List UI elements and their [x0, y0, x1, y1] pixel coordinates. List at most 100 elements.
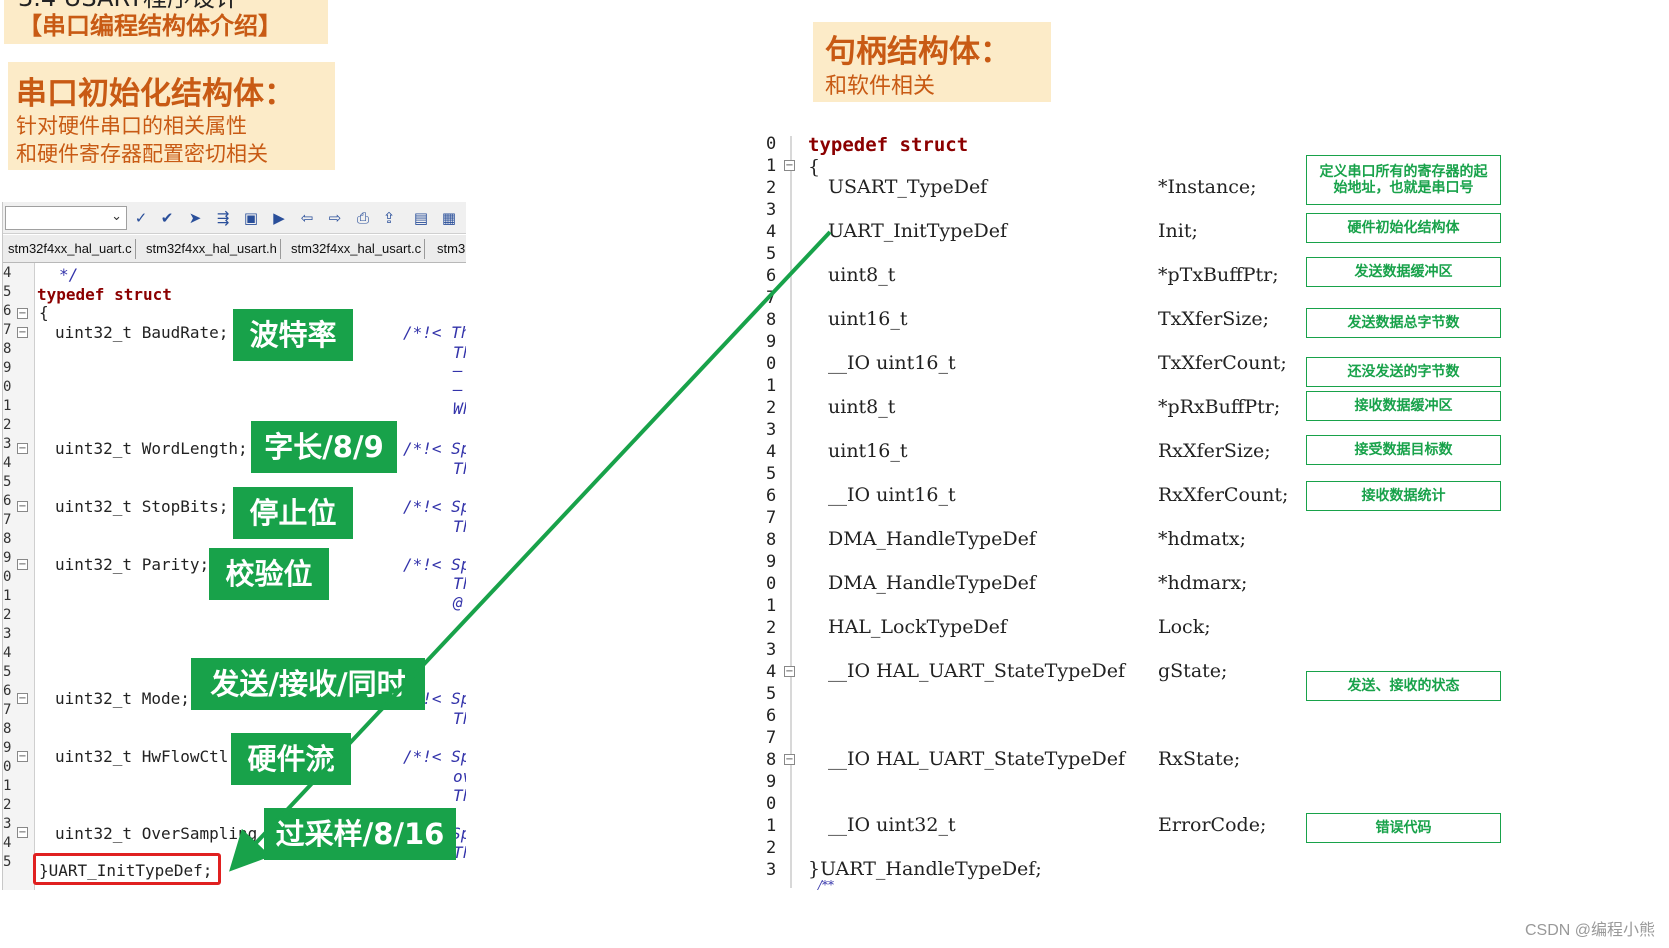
- fold-toggle[interactable]: −: [17, 751, 28, 762]
- line-number: 9: [3, 740, 12, 756]
- fold-toggle[interactable]: −: [17, 443, 28, 454]
- line-number: 5: [3, 664, 12, 680]
- fold-toggle[interactable]: −: [784, 160, 795, 171]
- label-baudrate: 波特率: [233, 309, 353, 361]
- fold-toggle[interactable]: −: [784, 754, 795, 765]
- line-number: 4: [766, 222, 777, 242]
- line-number: 0: [766, 354, 777, 374]
- back-icon[interactable]: ⇦: [297, 208, 317, 228]
- forward-icon[interactable]: ⇨: [325, 208, 345, 228]
- member-name: Init;: [1158, 220, 1198, 242]
- line-number: 2: [3, 607, 12, 623]
- fold-toggle[interactable]: −: [17, 827, 28, 838]
- line-number: 6: [3, 493, 12, 509]
- label-oversampling: 过采样/8/16: [264, 808, 456, 860]
- comment-fragment: Th: [453, 709, 466, 728]
- member-name: TxXferCount;: [1158, 352, 1287, 374]
- note-gstate: 发送、接收的状态: [1306, 671, 1501, 701]
- line-number: 8: [766, 310, 777, 330]
- line-number: 7: [3, 702, 12, 718]
- line-number: 1: [766, 596, 777, 616]
- field-comment: /*!< Sp: [403, 439, 466, 458]
- note-instance: 定义串口所有的寄存器的起始地址，也就是串口号: [1306, 155, 1501, 205]
- uncheck-icon[interactable]: ✔: [157, 208, 177, 228]
- member-name: RxXferCount;: [1158, 484, 1289, 506]
- member-type: HAL_LockTypeDef: [828, 616, 1007, 638]
- intro-title-box: 3.4 USART程序设计 【串口编程结构体介绍】: [4, 0, 328, 44]
- field-comment: /*!< Sp: [403, 497, 466, 516]
- function-dropdown[interactable]: ⌄: [5, 206, 127, 230]
- field-stopbits: uint32_t StopBits;: [55, 497, 229, 516]
- init-typedef-highlight: [33, 853, 221, 885]
- field-hwflowctl: uint32_t HwFlowCtl: [55, 747, 229, 766]
- member-name: *pTxBuffPtr;: [1158, 264, 1279, 286]
- member-type: __IO HAL_UART_StateTypeDef: [828, 748, 1126, 770]
- compare-icon[interactable]: ▤: [411, 208, 431, 228]
- note-ptxbuffptr: 发送数据缓冲区: [1306, 257, 1501, 287]
- open-icon[interactable]: ⇪: [379, 208, 399, 228]
- line-number: 1: [3, 588, 12, 604]
- member-type: uint16_t: [828, 440, 908, 462]
- print-icon[interactable]: ⎙: [353, 208, 373, 228]
- handle-typedef-keyword: typedef struct: [808, 134, 969, 156]
- note-prxbuffptr: 接收数据缓冲区: [1306, 391, 1501, 421]
- line-number: 2: [3, 417, 12, 433]
- line-number: 4: [3, 835, 12, 851]
- line-number: 6: [3, 683, 12, 699]
- field-baudrate: uint32_t BaudRate;: [55, 323, 229, 342]
- fold-toggle[interactable]: −: [17, 327, 28, 338]
- handle-struct-desc: 和软件相关: [825, 74, 936, 99]
- fold-toggle[interactable]: −: [784, 666, 795, 677]
- line-number: 4: [3, 265, 12, 281]
- tab-hal-usart-h[interactable]: stm32f4xx_hal_usart.h: [143, 239, 281, 259]
- label-hwflowctl: 硬件流: [231, 733, 351, 785]
- line-number: 0: [766, 574, 777, 594]
- fold-toggle[interactable]: −: [17, 693, 28, 704]
- field-wordlength: uint32_t WordLength;: [55, 439, 248, 458]
- bookmark-icon[interactable]: ➤: [185, 208, 205, 228]
- grid-icon[interactable]: ▦: [439, 208, 459, 228]
- line-number: 4: [3, 455, 12, 471]
- member-type: __IO uint16_t: [828, 484, 956, 506]
- line-number: 5: [3, 284, 12, 300]
- member-name: RxState;: [1158, 748, 1241, 770]
- window-icon[interactable]: ▣: [241, 208, 261, 228]
- member-type: __IO HAL_UART_StateTypeDef: [828, 660, 1126, 682]
- line-number: 7: [766, 508, 777, 528]
- label-parity: 校验位: [209, 548, 329, 600]
- line-number: 0: [766, 134, 777, 154]
- tab-hal-usart-c[interactable]: stm32f4xx_hal_usart.c: [288, 239, 426, 259]
- tab-stm3[interactable]: stm3: [434, 239, 466, 259]
- member-name: *hdmatx;: [1158, 528, 1246, 550]
- line-number: 5: [3, 474, 12, 490]
- note-rxxfersize: 接受数据目标数: [1306, 435, 1501, 465]
- line-number: 1: [3, 778, 12, 794]
- member-type: __IO uint32_t: [828, 814, 956, 836]
- ide-toolbar: ⌄ ✓ ✔ ➤ ⇶ ▣ ▶ ⇦ ⇨ ⎙ ⇪ ▤ ▦: [3, 202, 466, 234]
- label-stopbits: 停止位: [233, 487, 353, 539]
- member-type: uint16_t: [828, 308, 908, 330]
- tab-hal-uart-c[interactable]: stm32f4xx_hal_uart.c: [5, 239, 136, 259]
- line-number: 0: [3, 759, 12, 775]
- member-name: gState;: [1158, 660, 1228, 682]
- check-icon[interactable]: ✓: [131, 208, 151, 228]
- line-number: 8: [3, 721, 12, 737]
- fold-toggle[interactable]: −: [17, 501, 28, 512]
- init-struct-desc-2: 和硬件寄存器配置密切相关: [16, 142, 268, 166]
- note-errorcode: 错误代码: [1306, 813, 1501, 843]
- line-number: 2: [766, 178, 777, 198]
- fold-toggle[interactable]: −: [17, 559, 28, 570]
- comment-fragment: Th: [453, 459, 466, 478]
- chevron-down-icon[interactable]: ⌄: [111, 209, 122, 224]
- member-type: __IO uint16_t: [828, 352, 956, 374]
- field-mode: uint32_t Mode;: [55, 689, 190, 708]
- line-number: 8: [766, 530, 777, 550]
- line-number: 4: [766, 442, 777, 462]
- member-type: UART_InitTypeDef: [828, 220, 1008, 242]
- run-icon[interactable]: ▶: [269, 208, 289, 228]
- filter-icon[interactable]: ⇶: [213, 208, 233, 228]
- member-name: Lock;: [1158, 616, 1211, 638]
- init-struct-heading: 串口初始化结构体：: [16, 76, 295, 112]
- line-number: 9: [766, 552, 777, 572]
- fold-toggle[interactable]: −: [17, 308, 28, 319]
